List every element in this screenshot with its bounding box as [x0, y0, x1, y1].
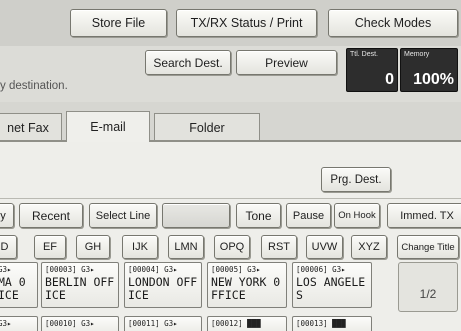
- destination-number: [00005] G3▸: [211, 265, 261, 274]
- title-key-uvw[interactable]: UVW: [306, 235, 343, 259]
- change-title-button[interactable]: Change Title: [397, 235, 459, 259]
- tab-email[interactable]: E-mail: [66, 111, 150, 142]
- destination-prompt: y destination.: [0, 80, 68, 92]
- title-key-lmn[interactable]: LMN: [168, 235, 204, 259]
- destination-number: [00010] G3▸: [45, 319, 95, 328]
- total-destination-label: Ttl. Dest.: [350, 51, 379, 58]
- fax-screen: Store File TX/RX Status / Print Check Mo…: [0, 0, 461, 331]
- txrx-status-print-button[interactable]: TX/RX Status / Print: [176, 9, 317, 37]
- destination-name: LOS ANGELE S: [296, 275, 366, 302]
- page-indicator[interactable]: 1/2: [398, 262, 458, 312]
- store-file-button[interactable]: Store File: [70, 9, 167, 37]
- destination-number: [00006] G3▸: [296, 265, 346, 274]
- memory-counter: Memory 100%: [400, 48, 458, 92]
- title-key-xyz[interactable]: XYZ: [351, 235, 387, 259]
- destination-name: NEW YORK 0 FFICE: [211, 275, 281, 302]
- title-key-gh[interactable]: GH: [76, 235, 110, 259]
- destination-key[interactable]: [00013] ███: [292, 316, 372, 331]
- destination-key[interactable]: G3▸ MA 0 ICE: [0, 262, 38, 308]
- destination-key[interactable]: [00012] ███: [207, 316, 287, 331]
- destination-number: G3▸: [0, 265, 12, 274]
- destination-key[interactable]: [00005] G3▸ NEW YORK 0 FFICE: [207, 262, 287, 308]
- check-modes-button[interactable]: Check Modes: [328, 9, 458, 37]
- tab-internet-fax[interactable]: net Fax: [0, 113, 62, 142]
- destination-key[interactable]: [00006] G3▸ LOS ANGELE S: [292, 262, 372, 308]
- title-key-ijk[interactable]: IJK: [122, 235, 158, 259]
- search-dest-button[interactable]: Search Dest.: [145, 50, 231, 75]
- destination-number: [00011] G3▸: [128, 319, 178, 328]
- prg-dest-button[interactable]: Prg. Dest.: [321, 167, 391, 192]
- tab-folder[interactable]: Folder: [154, 113, 260, 142]
- title-key-opq[interactable]: OPQ: [214, 235, 250, 259]
- preview-button[interactable]: Preview: [236, 50, 337, 75]
- memory-value: 100%: [413, 71, 454, 88]
- on-hook-button[interactable]: On Hook: [334, 203, 380, 228]
- recent-button[interactable]: Recent: [19, 203, 83, 228]
- destination-name: MA 0 ICE: [0, 275, 26, 302]
- destination-number: G3▸: [0, 319, 12, 328]
- title-key-rst[interactable]: RST: [261, 235, 297, 259]
- select-line-button[interactable]: Select Line: [89, 203, 157, 228]
- immediate-tx-button[interactable]: Immed. TX: [387, 203, 461, 228]
- destination-number: [00013] ███: [296, 319, 346, 328]
- page-number: 1/2: [419, 287, 437, 301]
- destination-key[interactable]: [00010] G3▸: [41, 316, 119, 331]
- destination-key[interactable]: [00011] G3▸: [124, 316, 202, 331]
- blank-button: [162, 203, 230, 228]
- destination-key[interactable]: G3▸: [0, 316, 38, 331]
- destination-number: [00003] G3▸: [45, 265, 95, 274]
- pause-button[interactable]: Pause: [286, 203, 331, 228]
- title-key-ef[interactable]: EF: [34, 235, 66, 259]
- title-key-d[interactable]: D: [0, 235, 17, 259]
- tone-button[interactable]: Tone: [236, 203, 281, 228]
- total-destination-counter: Ttl. Dest. 0: [346, 48, 398, 92]
- partial-left-button[interactable]: y: [0, 203, 14, 228]
- destination-key[interactable]: [00003] G3▸ BERLIN OFF ICE: [41, 262, 119, 308]
- destination-number: [00004] G3▸: [128, 265, 178, 274]
- destination-number: [00012] ███: [211, 319, 261, 328]
- destination-name: BERLIN OFF ICE: [45, 275, 115, 302]
- memory-label: Memory: [404, 51, 430, 58]
- total-destination-value: 0: [385, 71, 394, 88]
- destination-key[interactable]: [00004] G3▸ LONDON OFF ICE: [124, 262, 202, 308]
- row-divider: [0, 198, 461, 199]
- destination-name: LONDON OFF ICE: [128, 275, 198, 302]
